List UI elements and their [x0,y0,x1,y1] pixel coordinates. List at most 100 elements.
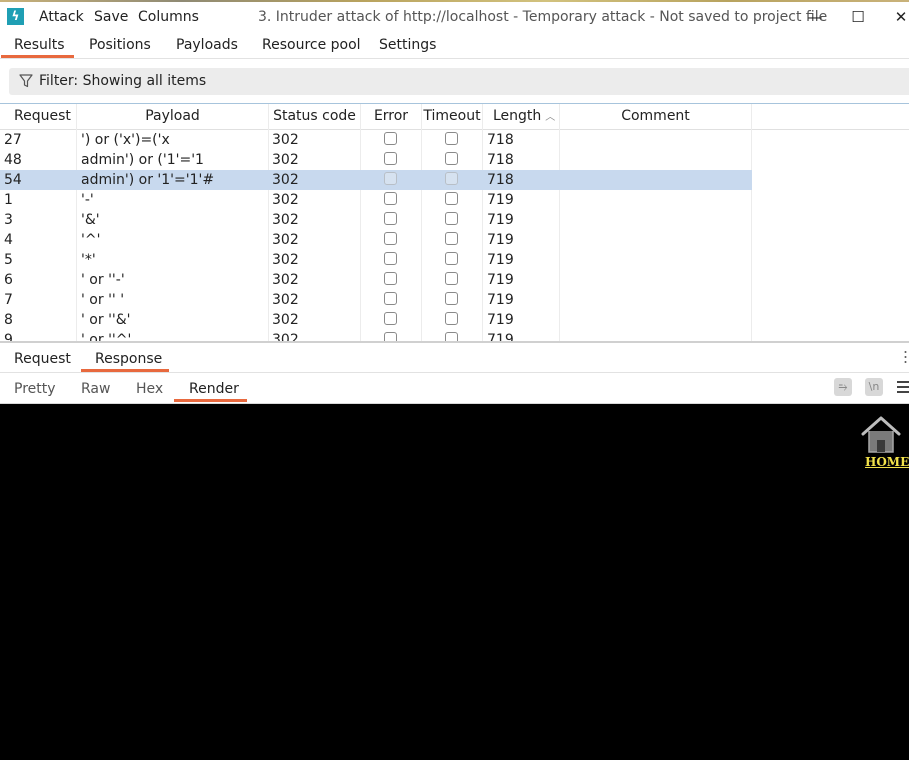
table-row[interactable]: 8 ' or ''&' 302 719 [0,310,752,330]
minimize-icon[interactable]: — [802,6,828,28]
sort-ascending-icon: ︿ [545,112,556,123]
error-checkbox[interactable] [384,252,397,265]
menu-save[interactable]: Save [94,9,128,25]
error-checkbox[interactable] [384,152,397,165]
column-header-status-code[interactable]: Status code [269,104,361,129]
message-tabs: Request Response [0,345,909,373]
cell-length: 719 [487,212,514,228]
cell-status: 302 [272,212,299,228]
cell-request: 54 [4,172,22,188]
tab-response[interactable]: Response [95,351,162,367]
newline-icon[interactable]: \n [865,378,883,396]
error-checkbox[interactable] [384,172,397,185]
cell-request: 5 [4,252,13,268]
timeout-checkbox[interactable] [445,152,458,165]
word-wrap-icon[interactable]: ⥱ [834,378,852,396]
active-tab-indicator [1,55,74,58]
cell-length: 719 [487,252,514,268]
timeout-checkbox[interactable] [445,212,458,225]
cell-status: 302 [272,132,299,148]
tab-resource-pool[interactable]: Resource pool [262,37,361,53]
table-row[interactable]: 4 '^' 302 719 [0,230,752,250]
tab-request[interactable]: Request [14,351,71,367]
cell-status: 302 [272,152,299,168]
tab-results[interactable]: Results [14,37,65,53]
timeout-checkbox[interactable] [445,232,458,245]
pane-divider[interactable] [0,341,909,343]
table-row[interactable]: 7 ' or '' ' 302 719 [0,290,752,310]
cell-status: 302 [272,232,299,248]
cell-length: 719 [487,232,514,248]
cell-status: 302 [272,272,299,288]
cell-payload: ') or ('x')=('x [81,132,170,148]
timeout-checkbox[interactable] [445,172,458,185]
menu-attack[interactable]: Attack [39,9,84,25]
error-checkbox[interactable] [384,312,397,325]
table-row[interactable]: 6 ' or ''-' 302 719 [0,270,752,290]
timeout-checkbox[interactable] [445,192,458,205]
filter-text: Filter: Showing all items [39,73,207,89]
table-row[interactable]: 48 admin') or ('1'='1 302 718 [0,150,752,170]
table-row[interactable]: 3 '&' 302 719 [0,210,752,230]
filter-icon [19,74,33,88]
results-table: Request Payload Status code Error Timeou… [0,104,909,342]
cell-status: 302 [272,312,299,328]
error-checkbox[interactable] [384,272,397,285]
cell-status: 302 [272,192,299,208]
more-icon[interactable] [904,350,907,364]
tab-render[interactable]: Render [189,381,239,397]
menu-columns[interactable]: Columns [138,9,199,25]
column-header-payload[interactable]: Payload [77,104,269,129]
cell-payload: ' or ''&' [81,312,131,328]
error-checkbox[interactable] [384,192,397,205]
cell-request: 6 [4,272,13,288]
timeout-checkbox[interactable] [445,272,458,285]
timeout-checkbox[interactable] [445,252,458,265]
cell-status: 302 [272,252,299,268]
table-row[interactable]: 5 '*' 302 719 [0,250,752,270]
table-row[interactable]: 27 ') or ('x')=('x 302 718 [0,130,752,150]
hamburger-menu-icon[interactable] [897,381,909,395]
timeout-checkbox[interactable] [445,292,458,305]
cell-payload: '&' [81,212,100,228]
error-checkbox[interactable] [384,232,397,245]
active-tab-indicator [81,369,169,372]
close-icon[interactable]: ✕ [888,6,909,28]
maximize-icon[interactable]: ☐ [845,6,871,28]
tab-pretty[interactable]: Pretty [14,381,56,397]
cell-length: 719 [487,272,514,288]
render-pane: HOME [0,404,909,760]
tab-hex[interactable]: Hex [136,381,163,397]
tab-settings[interactable]: Settings [379,37,436,53]
error-checkbox[interactable] [384,292,397,305]
table-row[interactable]: 1 '-' 302 719 [0,190,752,210]
timeout-checkbox[interactable] [445,132,458,145]
timeout-checkbox[interactable] [445,312,458,325]
error-checkbox[interactable] [384,132,397,145]
cell-request: 4 [4,232,13,248]
column-header-length[interactable]: Length ︿ [483,104,560,129]
column-header-comment[interactable]: Comment [560,104,752,129]
tab-payloads[interactable]: Payloads [176,37,238,53]
cell-request: 48 [4,152,22,168]
cell-length: 718 [487,172,514,188]
column-header-timeout[interactable]: Timeout [422,104,483,129]
tab-positions[interactable]: Positions [89,37,151,53]
home-icon[interactable] [860,414,902,454]
tab-raw[interactable]: Raw [81,381,110,397]
column-header-request[interactable]: Request [0,104,77,129]
table-row[interactable]: 54 admin') or '1'='1'# 302 718 [0,170,752,190]
cell-length: 719 [487,192,514,208]
view-tabs: Pretty Raw Hex Render ⥱ \n [0,374,909,404]
cell-payload: ' or ''-' [81,272,125,288]
home-link[interactable]: HOME [865,455,909,469]
cell-payload: '-' [81,192,94,208]
filter-bar[interactable]: Filter: Showing all items [9,68,909,95]
cell-payload: ' or '' ' [81,292,125,308]
cell-request: 1 [4,192,13,208]
error-checkbox[interactable] [384,212,397,225]
cell-payload: admin') or '1'='1'# [81,172,215,188]
cell-length: 719 [487,312,514,328]
column-header-error[interactable]: Error [361,104,422,129]
cell-request: 3 [4,212,13,228]
